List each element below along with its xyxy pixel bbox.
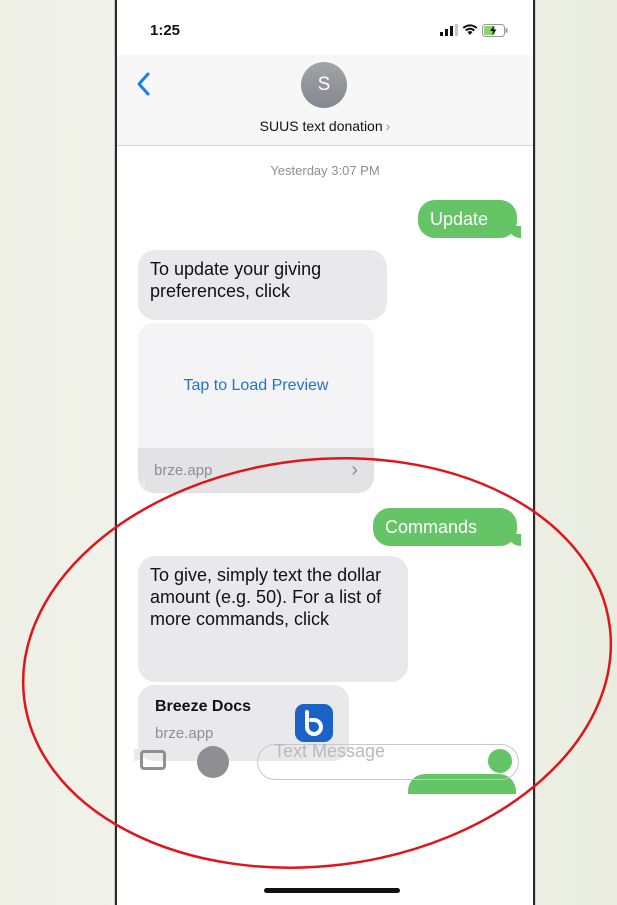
wifi-icon — [462, 24, 478, 35]
message-thread: Yesterday 3:07 PM Update To update your … — [117, 145, 533, 794]
link-card-title: Breeze Docs — [155, 698, 252, 715]
link-preview-card[interactable]: Tap to Load Preview brze.app › — [138, 323, 374, 493]
message-input[interactable]: Text Message — [257, 741, 519, 780]
breeze-b-icon — [295, 704, 333, 742]
thread-timestamp: Yesterday 3:07 PM — [270, 163, 380, 178]
status-bar: 1:25 — [117, 0, 533, 60]
status-time: 1:25 — [150, 22, 181, 39]
app-store-icon[interactable] — [197, 746, 229, 778]
preview-domain-row: brze.app › — [138, 448, 374, 493]
message-text: Commands — [385, 517, 478, 537]
received-message-bubble[interactable]: To update your giving preferences, click — [138, 250, 387, 320]
message-text: Update — [430, 209, 489, 229]
cellular-signal-icon — [440, 24, 458, 36]
message-input-placeholder: Text Message — [274, 741, 386, 761]
battery-charging-icon — [482, 23, 508, 37]
contact-avatar[interactable]: S — [301, 62, 347, 108]
back-chevron-icon[interactable] — [133, 69, 155, 99]
contact-name: SUUS text donation — [259, 118, 383, 134]
status-icons — [440, 22, 508, 38]
sent-message-bubble[interactable]: Update — [418, 200, 521, 238]
home-indicator[interactable] — [264, 888, 400, 893]
sent-message-bubble[interactable]: Commands — [373, 508, 521, 546]
preview-chevron-icon: › — [351, 459, 358, 481]
composer-bar: Text Message — [117, 740, 533, 788]
camera-icon[interactable] — [140, 750, 166, 770]
contact-name-row[interactable]: SUUS text donation › — [117, 118, 533, 134]
phone-screen: 1:25 S SUUS text donation › Yesterday 3:… — [115, 0, 535, 905]
preview-placeholder: Tap to Load Preview — [138, 323, 374, 448]
conversation-header: S SUUS text donation › — [117, 55, 533, 146]
contact-chevron-icon: › — [385, 118, 391, 134]
tap-to-load-preview-link[interactable]: Tap to Load Preview — [184, 377, 329, 395]
message-text: To give, simply text the dollar amount (… — [150, 565, 382, 629]
message-text: To update your giving preferences, click — [150, 259, 322, 301]
preview-domain: brze.app — [154, 462, 213, 479]
received-message-bubble[interactable]: To give, simply text the dollar amount (… — [138, 556, 408, 682]
send-icon[interactable] — [488, 749, 512, 773]
